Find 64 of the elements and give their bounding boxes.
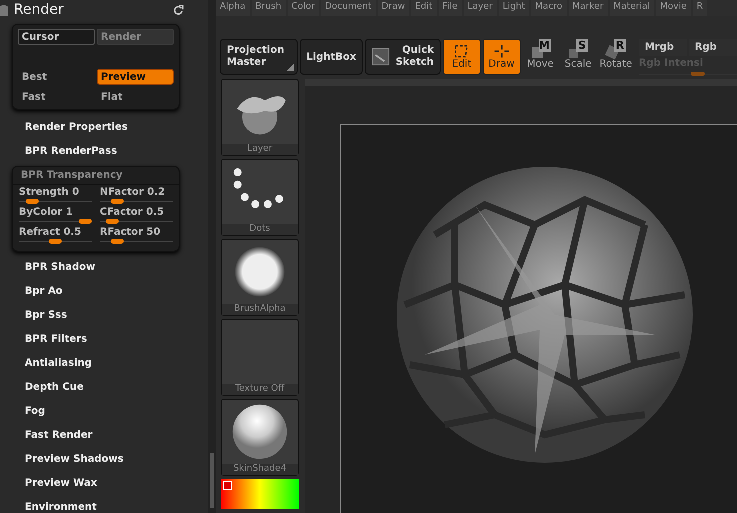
transform-button[interactable]: R Rotate <box>598 39 634 75</box>
quality-option[interactable]: Preview <box>97 69 174 85</box>
render-menu-item[interactable]: Antialiasing <box>12 352 204 376</box>
menu-item[interactable]: File <box>438 0 462 16</box>
mode-button[interactable]: Cursor <box>18 29 95 45</box>
menu-item[interactable]: Light <box>498 0 530 16</box>
slider[interactable]: CFactor 0.5 <box>100 207 173 227</box>
pencil-sketch-icon <box>372 48 390 66</box>
slider[interactable]: Refract 0.5 <box>19 227 92 247</box>
slider[interactable]: RFactor 50 <box>100 227 173 247</box>
mode-toggle[interactable]: Draw <box>482 39 521 75</box>
menu-item[interactable]: Brush <box>252 0 286 16</box>
menu-item[interactable]: Macro <box>531 0 567 16</box>
render-menu-item[interactable]: Fog <box>12 400 204 424</box>
menu-item[interactable]: Material <box>610 0 654 16</box>
quality-option[interactable]: Flat <box>97 89 174 105</box>
panel-title: Render <box>14 2 65 18</box>
material-thumbnail[interactable]: Texture Off <box>221 319 299 396</box>
render-menu-item[interactable]: Bpr Sss <box>12 304 204 328</box>
menu-item[interactable]: R <box>692 0 708 16</box>
menu-item[interactable]: Color <box>288 0 320 16</box>
render-menu-item[interactable]: BPR Filters <box>12 328 204 352</box>
render-menu-item[interactable]: Fast Render <box>12 424 204 448</box>
render-menu-item[interactable]: Bpr Ao <box>12 280 204 304</box>
material-thumbnail[interactable]: SkinShade4 <box>221 399 299 476</box>
render-menu-item[interactable]: Preview Wax <box>12 472 204 496</box>
material-thumbnail[interactable]: Layer <box>221 79 299 156</box>
menu-item[interactable]: Marker <box>568 0 608 16</box>
scrollbar-thumb[interactable] <box>210 453 214 508</box>
corner-triangle-icon <box>286 64 294 71</box>
quality-option[interactable]: Fast <box>18 89 95 105</box>
transform-button[interactable]: S Scale <box>560 39 596 75</box>
slider[interactable]: NFactor 0.2 <box>100 187 173 207</box>
shortcut-key: S <box>576 39 588 52</box>
material-thumbnail[interactable]: Dots <box>221 159 299 236</box>
slider[interactable]: ByColor 1 <box>19 207 92 227</box>
menu-item[interactable]: Edit <box>411 0 437 16</box>
color-picker[interactable] <box>221 479 299 509</box>
menu-item[interactable]: Document <box>321 0 376 16</box>
quick-sketch-button[interactable]: Quick Sketch <box>365 39 442 75</box>
render-menu-item[interactable]: Depth Cue <box>12 376 204 400</box>
slider[interactable]: Strength 0 <box>19 187 92 207</box>
bust-icon <box>0 3 8 17</box>
render-menu-item[interactable]: BPR Shadow <box>12 256 204 280</box>
quality-option[interactable]: Best <box>18 69 95 85</box>
refresh-icon[interactable] <box>173 4 184 16</box>
transform-button[interactable]: M Move <box>522 39 558 75</box>
mode-toggle[interactable]: Edit <box>443 39 481 75</box>
shortcut-key: R <box>614 39 626 52</box>
toolbar-button[interactable]: Projection Master <box>220 39 298 75</box>
shortcut-key: M <box>538 39 551 52</box>
material-thumbnail[interactable]: BrushAlpha <box>221 239 299 316</box>
section-header[interactable]: BPR Transparency <box>13 167 179 185</box>
render-menu-item[interactable]: Environment <box>12 496 204 513</box>
render-menu-item[interactable]: Render Properties <box>12 116 204 140</box>
crosshair-icon <box>492 44 511 59</box>
toolbar-button[interactable]: LightBox <box>300 39 364 75</box>
menu-item[interactable]: Alpha <box>216 0 250 16</box>
mode-button[interactable]: Render <box>97 29 174 45</box>
render-menu-item[interactable]: BPR RenderPass <box>12 140 204 164</box>
menu-item[interactable]: Draw <box>378 0 410 16</box>
menu-item[interactable]: Layer <box>464 0 497 16</box>
menu-item[interactable]: Movie <box>656 0 691 16</box>
render-menu-item[interactable]: Preview Shadows <box>12 448 204 472</box>
